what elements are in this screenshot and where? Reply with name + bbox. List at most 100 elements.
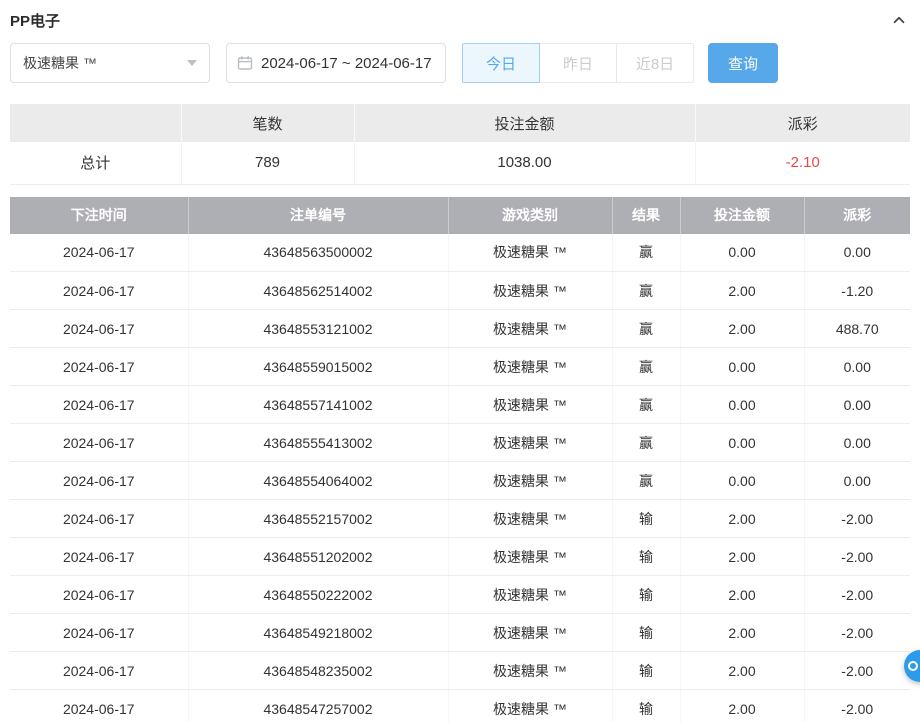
cell-payout: 0.00	[804, 234, 910, 272]
cell-result: 赢	[612, 234, 680, 272]
cell-result: 赢	[612, 348, 680, 386]
cell-bet-time: 2024-06-17	[10, 424, 188, 462]
game-select-value: 极速糖果 ™	[23, 53, 97, 73]
bet-table-header-row: 下注时间 注单编号 游戏类别 结果 投注金额 派彩	[10, 197, 910, 234]
cell-payout: -2.00	[804, 614, 910, 652]
cell-order-number: 43648548235002	[188, 652, 448, 690]
cell-result: 赢	[612, 386, 680, 424]
yesterday-button[interactable]: 昨日	[539, 43, 617, 83]
cell-result: 赢	[612, 462, 680, 500]
table-row: 2024-06-17 43648553121002 极速糖果 ™ 赢 2.00 …	[10, 310, 910, 348]
table-row: 2024-06-17 43648551202002 极速糖果 ™ 输 2.00 …	[10, 538, 910, 576]
cell-bet-time: 2024-06-17	[10, 348, 188, 386]
table-row: 2024-06-17 43648554064002 极速糖果 ™ 赢 0.00 …	[10, 462, 910, 500]
cell-game-category: 极速糖果 ™	[448, 652, 612, 690]
query-button[interactable]: 查询	[708, 43, 778, 83]
cell-order-number: 43648557141002	[188, 386, 448, 424]
table-row: 2024-06-17 43648559015002 极速糖果 ™ 赢 0.00 …	[10, 348, 910, 386]
bet-table-body: 2024-06-17 43648563500002 极速糖果 ™ 赢 0.00 …	[10, 234, 910, 722]
cell-game-category: 极速糖果 ™	[448, 272, 612, 310]
cell-game-category: 极速糖果 ™	[448, 310, 612, 348]
cell-payout: -2.00	[804, 538, 910, 576]
header-bet-time: 下注时间	[10, 197, 188, 234]
filter-bar: 极速糖果 ™ 2024-06-17 ~ 2024-06-17 今日 昨日 近8日…	[10, 43, 910, 83]
customer-service-icon	[908, 661, 918, 671]
cell-order-number: 43648550222002	[188, 576, 448, 614]
cell-bet-time: 2024-06-17	[10, 576, 188, 614]
cell-order-number: 43648551202002	[188, 538, 448, 576]
cell-result: 赢	[612, 272, 680, 310]
cell-game-category: 极速糖果 ™	[448, 234, 612, 272]
cell-game-category: 极速糖果 ™	[448, 690, 612, 722]
collapse-panel-button[interactable]	[888, 9, 910, 31]
cell-order-number: 43648547257002	[188, 690, 448, 722]
cell-bet-time: 2024-06-17	[10, 462, 188, 500]
cell-bet-amount: 2.00	[680, 614, 804, 652]
cell-result: 输	[612, 538, 680, 576]
bet-records-table: 下注时间 注单编号 游戏类别 结果 投注金额 派彩 2024-06-17 436…	[10, 197, 910, 722]
quick-range-button-group: 今日 昨日 近8日	[462, 43, 694, 83]
cell-payout: 0.00	[804, 386, 910, 424]
cell-bet-amount: 0.00	[680, 424, 804, 462]
cell-bet-amount: 2.00	[680, 538, 804, 576]
cell-bet-time: 2024-06-17	[10, 690, 188, 722]
header-game-category: 游戏类别	[448, 197, 612, 234]
cell-payout: -2.00	[804, 690, 910, 722]
cell-payout: -2.00	[804, 576, 910, 614]
cell-result: 赢	[612, 424, 680, 462]
summary-table: 笔数 投注金额 派彩 总计 789 1038.00 -2.10	[10, 104, 910, 185]
cell-game-category: 极速糖果 ™	[448, 576, 612, 614]
today-button[interactable]: 今日	[462, 43, 540, 83]
calendar-icon	[237, 55, 253, 71]
game-select[interactable]: 极速糖果 ™	[10, 43, 210, 83]
cell-game-category: 极速糖果 ™	[448, 424, 612, 462]
last-8-days-button[interactable]: 近8日	[616, 43, 694, 83]
cell-bet-amount: 0.00	[680, 348, 804, 386]
date-range-input[interactable]: 2024-06-17 ~ 2024-06-17	[226, 43, 446, 83]
cell-bet-time: 2024-06-17	[10, 310, 188, 348]
cell-result: 输	[612, 652, 680, 690]
table-row: 2024-06-17 43648563500002 极速糖果 ™ 赢 0.00 …	[10, 234, 910, 272]
cell-bet-amount: 0.00	[680, 234, 804, 272]
cell-result: 输	[612, 576, 680, 614]
cell-payout: 0.00	[804, 348, 910, 386]
table-row: 2024-06-17 43648557141002 极速糖果 ™ 赢 0.00 …	[10, 386, 910, 424]
cell-game-category: 极速糖果 ™	[448, 348, 612, 386]
cell-payout: -2.00	[804, 652, 910, 690]
cell-game-category: 极速糖果 ™	[448, 614, 612, 652]
cell-bet-amount: 2.00	[680, 690, 804, 722]
table-row: 2024-06-17 43648552157002 极速糖果 ™ 输 2.00 …	[10, 500, 910, 538]
cell-bet-time: 2024-06-17	[10, 234, 188, 272]
cell-game-category: 极速糖果 ™	[448, 386, 612, 424]
summary-header-count: 笔数	[181, 104, 354, 142]
header-order-number: 注单编号	[188, 197, 448, 234]
panel-header: PP电子	[10, 0, 910, 36]
cell-order-number: 43648563500002	[188, 234, 448, 272]
date-range-value: 2024-06-17 ~ 2024-06-17	[261, 55, 432, 72]
table-row: 2024-06-17 43648550222002 极速糖果 ™ 输 2.00 …	[10, 576, 910, 614]
cell-order-number: 43648549218002	[188, 614, 448, 652]
header-payout: 派彩	[804, 197, 910, 234]
cell-order-number: 43648552157002	[188, 500, 448, 538]
cell-bet-time: 2024-06-17	[10, 538, 188, 576]
cell-bet-amount: 2.00	[680, 576, 804, 614]
cell-bet-amount: 2.00	[680, 272, 804, 310]
summary-bet-amount-value: 1038.00	[354, 142, 695, 184]
cell-bet-amount: 2.00	[680, 652, 804, 690]
chevron-up-icon	[891, 12, 907, 28]
cell-payout: 0.00	[804, 462, 910, 500]
summary-total-label: 总计	[10, 142, 181, 184]
cell-bet-time: 2024-06-17	[10, 652, 188, 690]
cell-bet-amount: 2.00	[680, 500, 804, 538]
cell-game-category: 极速糖果 ™	[448, 538, 612, 576]
cell-bet-time: 2024-06-17	[10, 272, 188, 310]
cell-result: 赢	[612, 310, 680, 348]
table-row: 2024-06-17 43648549218002 极速糖果 ™ 输 2.00 …	[10, 614, 910, 652]
cell-order-number: 43648553121002	[188, 310, 448, 348]
summary-header-empty	[10, 104, 181, 142]
cell-bet-time: 2024-06-17	[10, 500, 188, 538]
header-bet-amount: 投注金额	[680, 197, 804, 234]
table-row: 2024-06-17 43648547257002 极速糖果 ™ 输 2.00 …	[10, 690, 910, 722]
page-title: PP电子	[10, 10, 60, 31]
cell-payout: -1.20	[804, 272, 910, 310]
